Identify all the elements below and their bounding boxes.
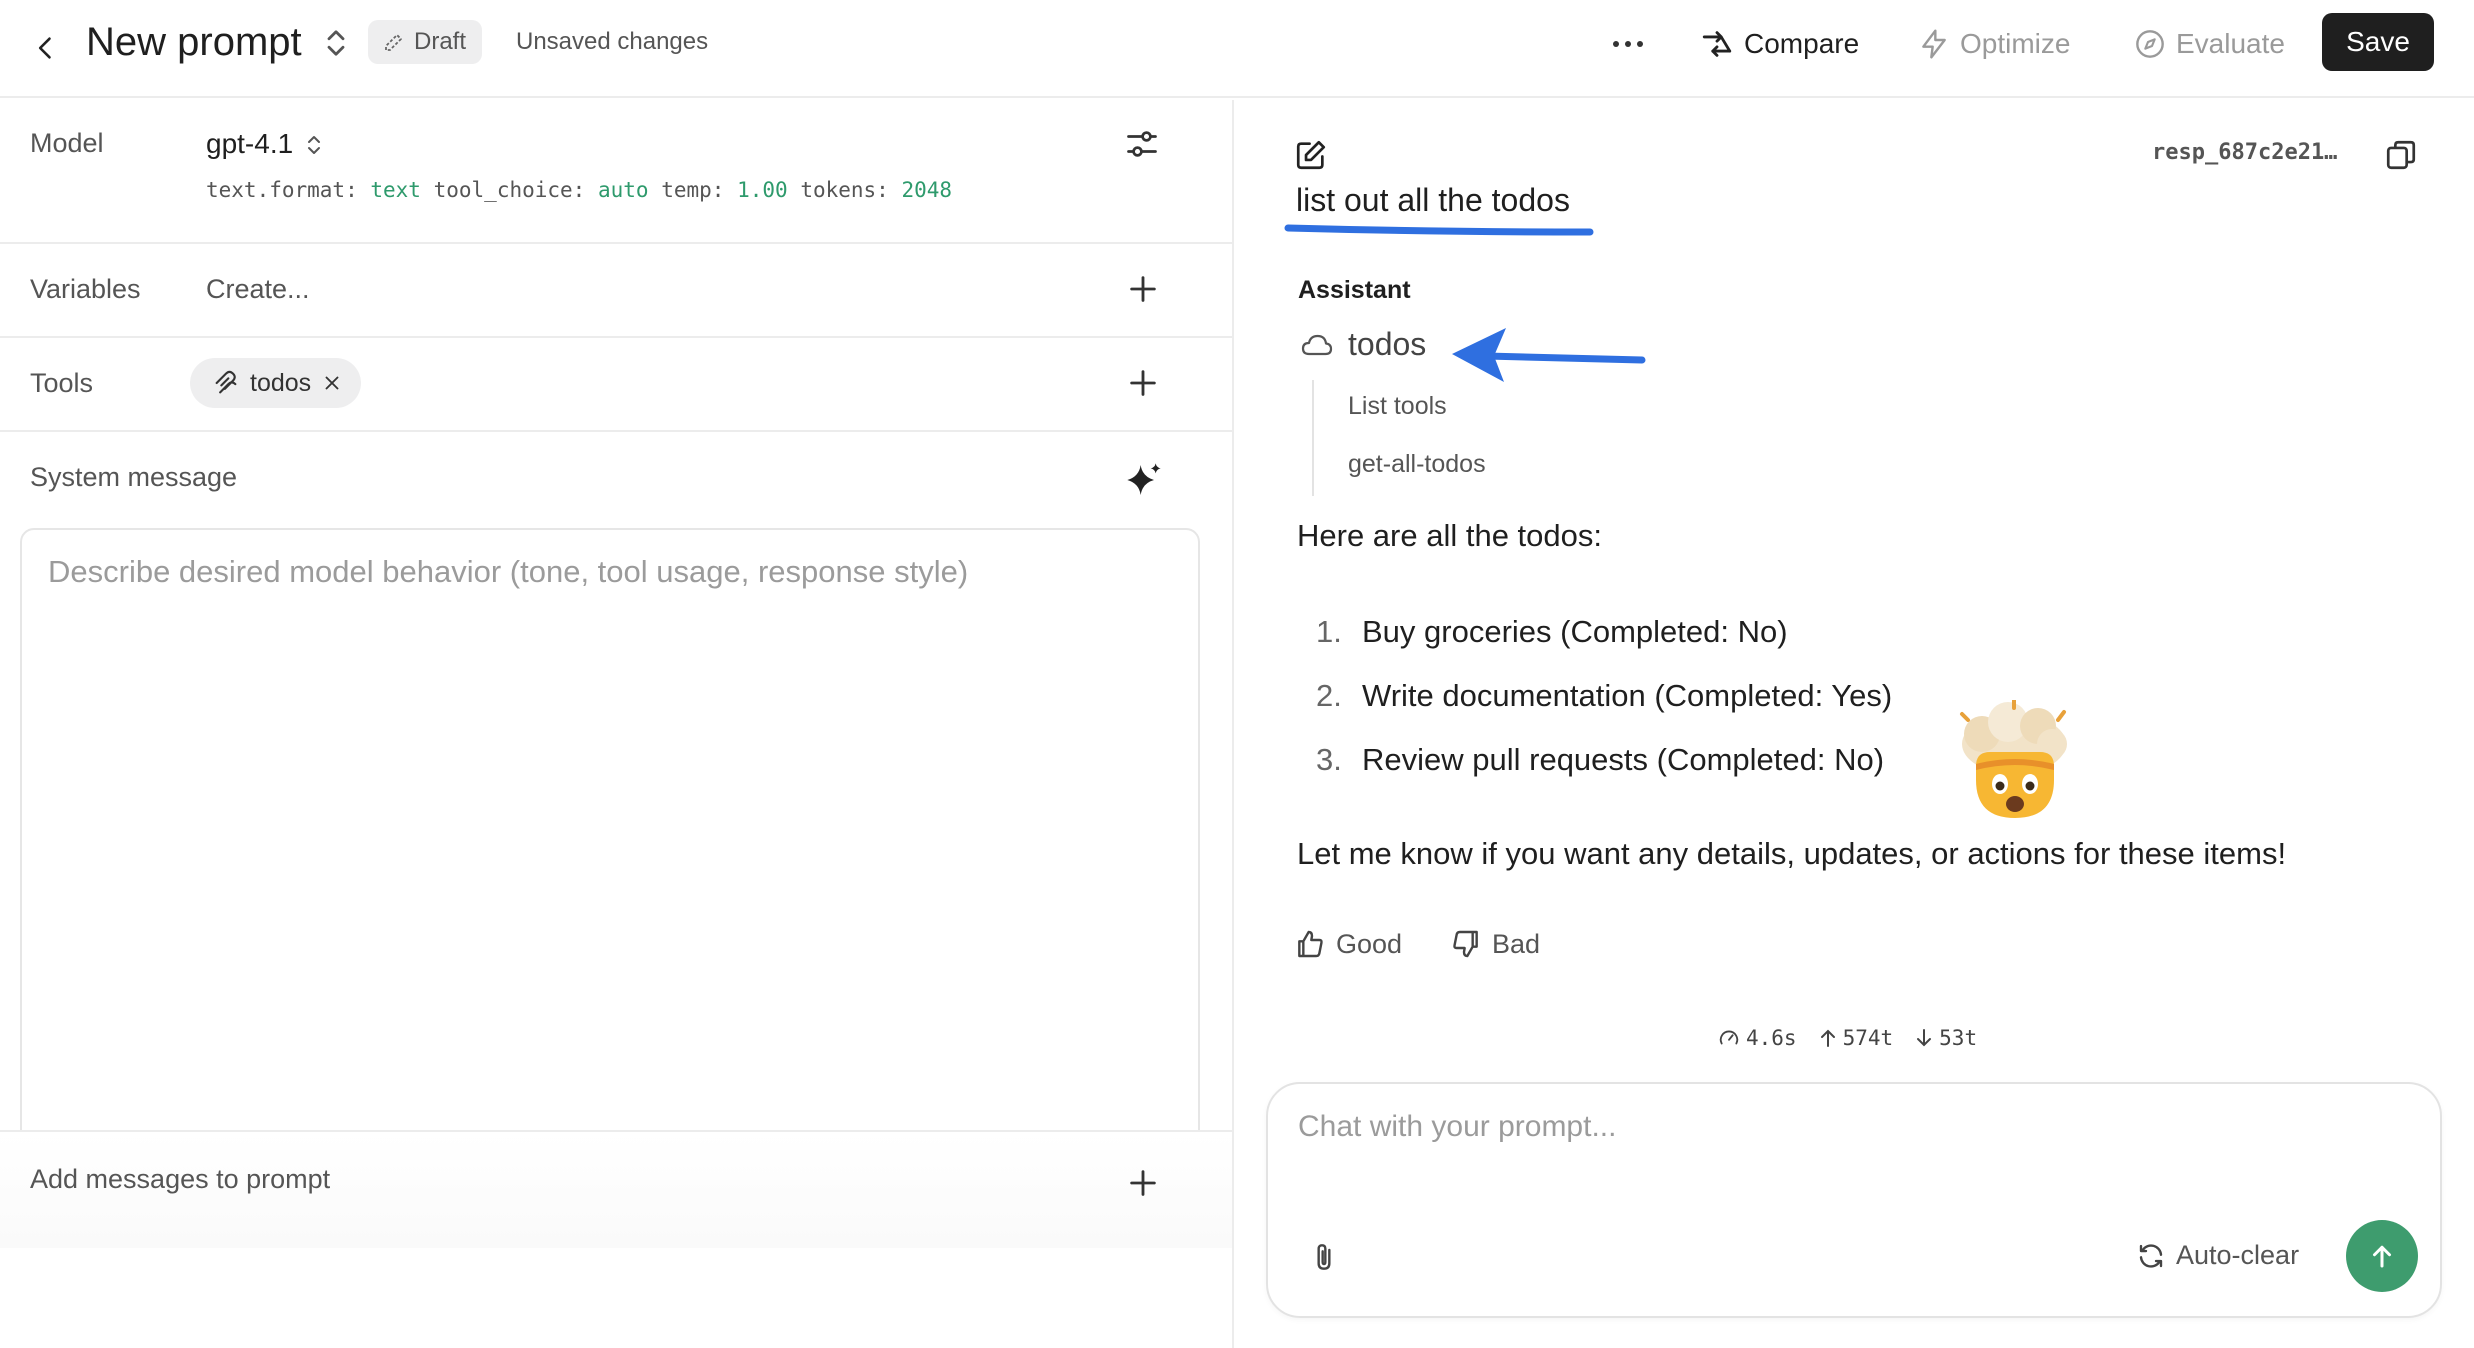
model-chevron-icon[interactable] [304, 132, 324, 158]
todo-item: 1. Buy groceries (Completed: No) [1316, 614, 1788, 649]
tool-step[interactable]: get-all-todos [1348, 438, 1486, 496]
arrow-up-send-icon [2373, 1245, 2391, 1268]
thumbs-down-icon [1453, 930, 1478, 958]
top-bar: New prompt Draft Unsaved changes Compare… [0, 0, 2474, 98]
bad-label: Bad [1492, 928, 1541, 959]
system-message-editor[interactable] [20, 528, 1200, 1182]
output-tokens-stat: 53t [1915, 1026, 1977, 1050]
variables-row: Variables Create... [0, 244, 1232, 338]
tools-label: Tools [30, 368, 94, 398]
add-messages-label: Add messages to prompt [30, 1164, 331, 1194]
arrow-down-icon [1917, 1029, 1932, 1047]
tool-chip-label: todos [250, 368, 312, 397]
draft-badge: Draft [368, 20, 483, 64]
tool-call-todos[interactable]: todos [1300, 326, 1426, 363]
gauge-icon [1719, 1030, 1739, 1045]
lightning-icon [1922, 29, 1946, 59]
tool-steps: List tools get-all-todos [1312, 380, 1486, 496]
add-tool-plus-icon[interactable] [1126, 366, 1160, 400]
chat-composer: Auto-clear [1266, 1082, 2442, 1318]
response-id: resp_687c2e21… [2152, 140, 2338, 165]
todo-item: 2. Write documentation (Completed: Yes) [1316, 678, 1893, 713]
compass-icon [2136, 30, 2164, 58]
add-message-plus-icon[interactable] [1126, 1166, 1160, 1200]
auto-clear-label: Auto-clear [2176, 1240, 2300, 1270]
tools-row: Tools todos [0, 338, 1232, 432]
evaluate-button[interactable]: Evaluate [2134, 22, 2285, 66]
save-button[interactable]: Save [2322, 13, 2434, 71]
settings-sliders-icon[interactable] [1124, 126, 1160, 162]
mcp-tool-icon [215, 370, 237, 394]
todo-item: 3. Review pull requests (Completed: No) [1316, 742, 1885, 777]
refresh-icon [2139, 1243, 2163, 1268]
auto-clear-toggle[interactable]: Auto-clear [2136, 1240, 2299, 1271]
page-title[interactable]: New prompt [86, 18, 302, 66]
more-options-icon[interactable] [1604, 22, 1652, 66]
back-arrow-icon[interactable] [22, 24, 70, 72]
compare-icon [1702, 31, 1732, 57]
optimize-button[interactable]: Optimize [1918, 22, 2070, 66]
annotation-underline [1284, 224, 1594, 236]
tool-call-label: todos [1348, 326, 1427, 362]
input-tokens-stat: 574t [1819, 1026, 1893, 1050]
response-intro: Here are all the todos: [1297, 518, 1603, 553]
add-messages-row[interactable]: Add messages to prompt [0, 1130, 1232, 1248]
annotation-arrow [1452, 328, 1646, 382]
evaluate-label: Evaluate [2176, 28, 2285, 59]
model-params: text.format: text tool_choice: auto temp… [206, 178, 953, 202]
unsaved-status: Unsaved changes [516, 28, 709, 55]
model-selector[interactable]: gpt-4.1 [206, 128, 293, 160]
exploding-head-emoji [1960, 700, 2067, 818]
create-variable-link[interactable]: Create... [206, 274, 310, 305]
assistant-label: Assistant [1298, 276, 1411, 304]
response-stats: 4.6s 574t 53t [1718, 1026, 1977, 1050]
copy-icon[interactable] [2384, 138, 2418, 172]
bad-feedback-button[interactable]: Bad [1450, 928, 1540, 960]
remove-tool-close-icon[interactable] [321, 372, 343, 394]
optimize-label: Optimize [1960, 28, 2071, 59]
draft-pencil-icon [385, 34, 402, 51]
chat-input[interactable] [1298, 1110, 2398, 1190]
model-label: Model [30, 128, 104, 158]
latency-stat: 4.6s [1718, 1026, 1797, 1050]
draft-label: Draft [414, 28, 467, 55]
todo-list: 1. Buy groceries (Completed: No) 2. Write … [1316, 610, 1892, 802]
tool-step[interactable]: List tools [1348, 380, 1486, 438]
compare-button[interactable]: Compare [1700, 22, 1859, 66]
panel-divider [1232, 100, 1234, 1348]
good-label: Good [1336, 928, 1403, 959]
cloud-icon [1301, 334, 1333, 355]
system-message-input[interactable] [22, 530, 1198, 1180]
sparkle-generate-icon[interactable] [1124, 460, 1164, 500]
tool-chip-todos[interactable]: todos [190, 358, 362, 408]
variables-label: Variables [30, 274, 141, 304]
thumbs-up-icon [1298, 930, 1323, 958]
compare-label: Compare [1744, 28, 1860, 59]
paperclip-icon[interactable] [1308, 1240, 1340, 1276]
add-variable-plus-icon[interactable] [1126, 272, 1160, 306]
chevron-up-down-icon[interactable] [322, 26, 350, 60]
arrow-up-icon [1820, 1029, 1835, 1047]
system-message-label: System message [30, 462, 238, 492]
model-row: Model gpt-4.1 text.format: text tool_cho… [0, 100, 1232, 244]
send-button[interactable] [2346, 1220, 2418, 1292]
edit-message-icon[interactable] [1294, 138, 1328, 172]
response-outro: Let me know if you want any details, upd… [1297, 836, 2287, 871]
good-feedback-button[interactable]: Good [1294, 928, 1402, 960]
user-message: list out all the todos [1296, 182, 1570, 218]
